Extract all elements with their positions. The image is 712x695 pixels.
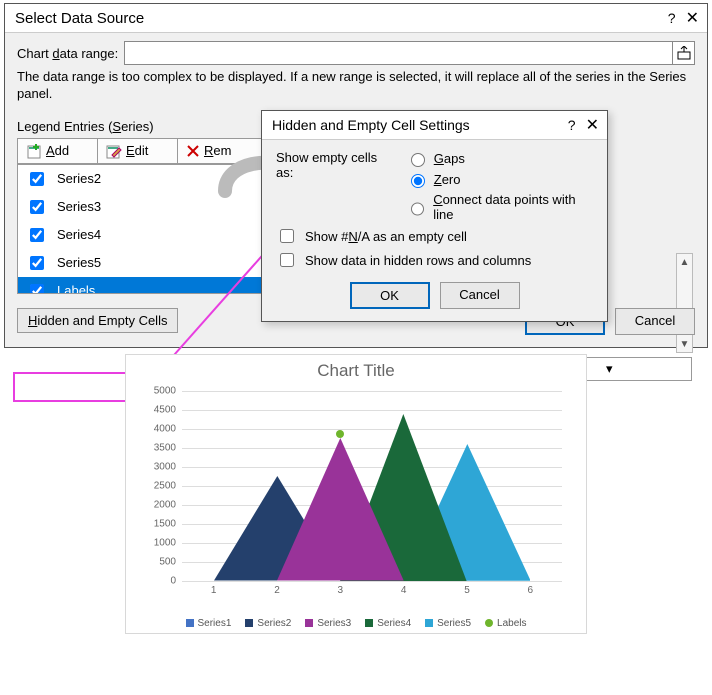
series-checkbox[interactable] — [30, 172, 44, 186]
series-checkbox[interactable] — [30, 284, 44, 294]
chart-y-axis: 0500100015002000250030003500400045005000 — [126, 391, 180, 581]
legend-item: Series5 — [425, 618, 471, 629]
radio-connect[interactable]: Connect data points with lineConnect dat… — [406, 192, 593, 222]
list-item-label: Series5 — [57, 255, 101, 270]
chart-data-range-label: Chart data range: — [17, 46, 118, 61]
dialog-title: Select Data Source — [15, 10, 144, 27]
legend-item: Series3 — [305, 618, 351, 629]
range-picker-icon[interactable] — [672, 42, 694, 64]
list-item-label: Series2 — [57, 171, 101, 186]
list-item-label: Series4 — [57, 227, 101, 242]
legend-item: Series4 — [365, 618, 411, 629]
chart-series-triangle — [277, 438, 404, 581]
close-icon[interactable]: ✕ — [686, 8, 699, 28]
chart-plot-area — [182, 391, 562, 581]
show-empty-cells-label: Show empty cells as: — [276, 150, 394, 222]
chart-legend: Series1 Series2 Series3 Series4 Series5 Label… — [126, 618, 586, 629]
close-icon[interactable]: ✕ — [586, 115, 599, 135]
legend-item: Series1 — [186, 618, 232, 629]
series-checkbox[interactable] — [30, 228, 44, 242]
help-icon[interactable]: ? — [568, 117, 576, 133]
add-button[interactable]: AAdddd — [18, 139, 98, 163]
dialog-titlebar: Hidden and Empty Cell Settings ? ✕ — [262, 111, 607, 140]
chart-data-range-input[interactable] — [125, 46, 672, 61]
help-icon[interactable]: ? — [668, 10, 676, 26]
scroll-down-icon[interactable]: ▼ — [677, 336, 692, 352]
radio-zero[interactable]: ZeroZero — [406, 171, 593, 188]
select-data-source-dialog: Select Data Source ? ✕ Chart data range:… — [4, 3, 708, 348]
dialog-titlebar: Select Data Source ? ✕ — [5, 4, 707, 33]
chart-data-range-field[interactable] — [124, 41, 695, 65]
hidden-empty-cell-settings-dialog: Hidden and Empty Cell Settings ? ✕ Show … — [261, 110, 608, 322]
dialog-title: Hidden and Empty Cell Settings — [272, 117, 470, 133]
scrollbar[interactable]: ▲ ▼ — [676, 253, 693, 353]
chart-label-dot — [336, 430, 344, 438]
cancel-button[interactable]: Cancel — [440, 282, 520, 309]
list-item-label: Labels — [57, 283, 95, 294]
radio-gaps[interactable]: GapsGaps — [406, 150, 593, 167]
edit-button[interactable]: EEditdit — [98, 139, 178, 163]
cancel-button[interactable]: Cancel — [615, 308, 695, 335]
chart-preview: Chart Title 0500100015002000250030003500… — [125, 354, 587, 634]
chart-title: Chart Title — [126, 355, 586, 381]
series-checkbox[interactable] — [30, 256, 44, 270]
legend-item: Series2 — [245, 618, 291, 629]
series-checkbox[interactable] — [30, 200, 44, 214]
chart-x-axis: 123456 — [182, 585, 562, 601]
checkbox-show-na[interactable]: Show #N/A as an empty cellShow #N/A as a… — [276, 226, 593, 246]
legend-item: Labels — [485, 618, 526, 629]
data-range-note: The data range is too complex to be disp… — [17, 69, 695, 103]
list-item-label: Series3 — [57, 199, 101, 214]
scroll-up-icon[interactable]: ▲ — [677, 254, 692, 270]
hidden-and-empty-cells-button[interactable]: Hidden and Empty Cells — [17, 308, 178, 333]
ok-button[interactable]: OK — [350, 282, 430, 309]
checkbox-show-hidden[interactable]: Show data in hidden rows and columns — [276, 250, 593, 270]
